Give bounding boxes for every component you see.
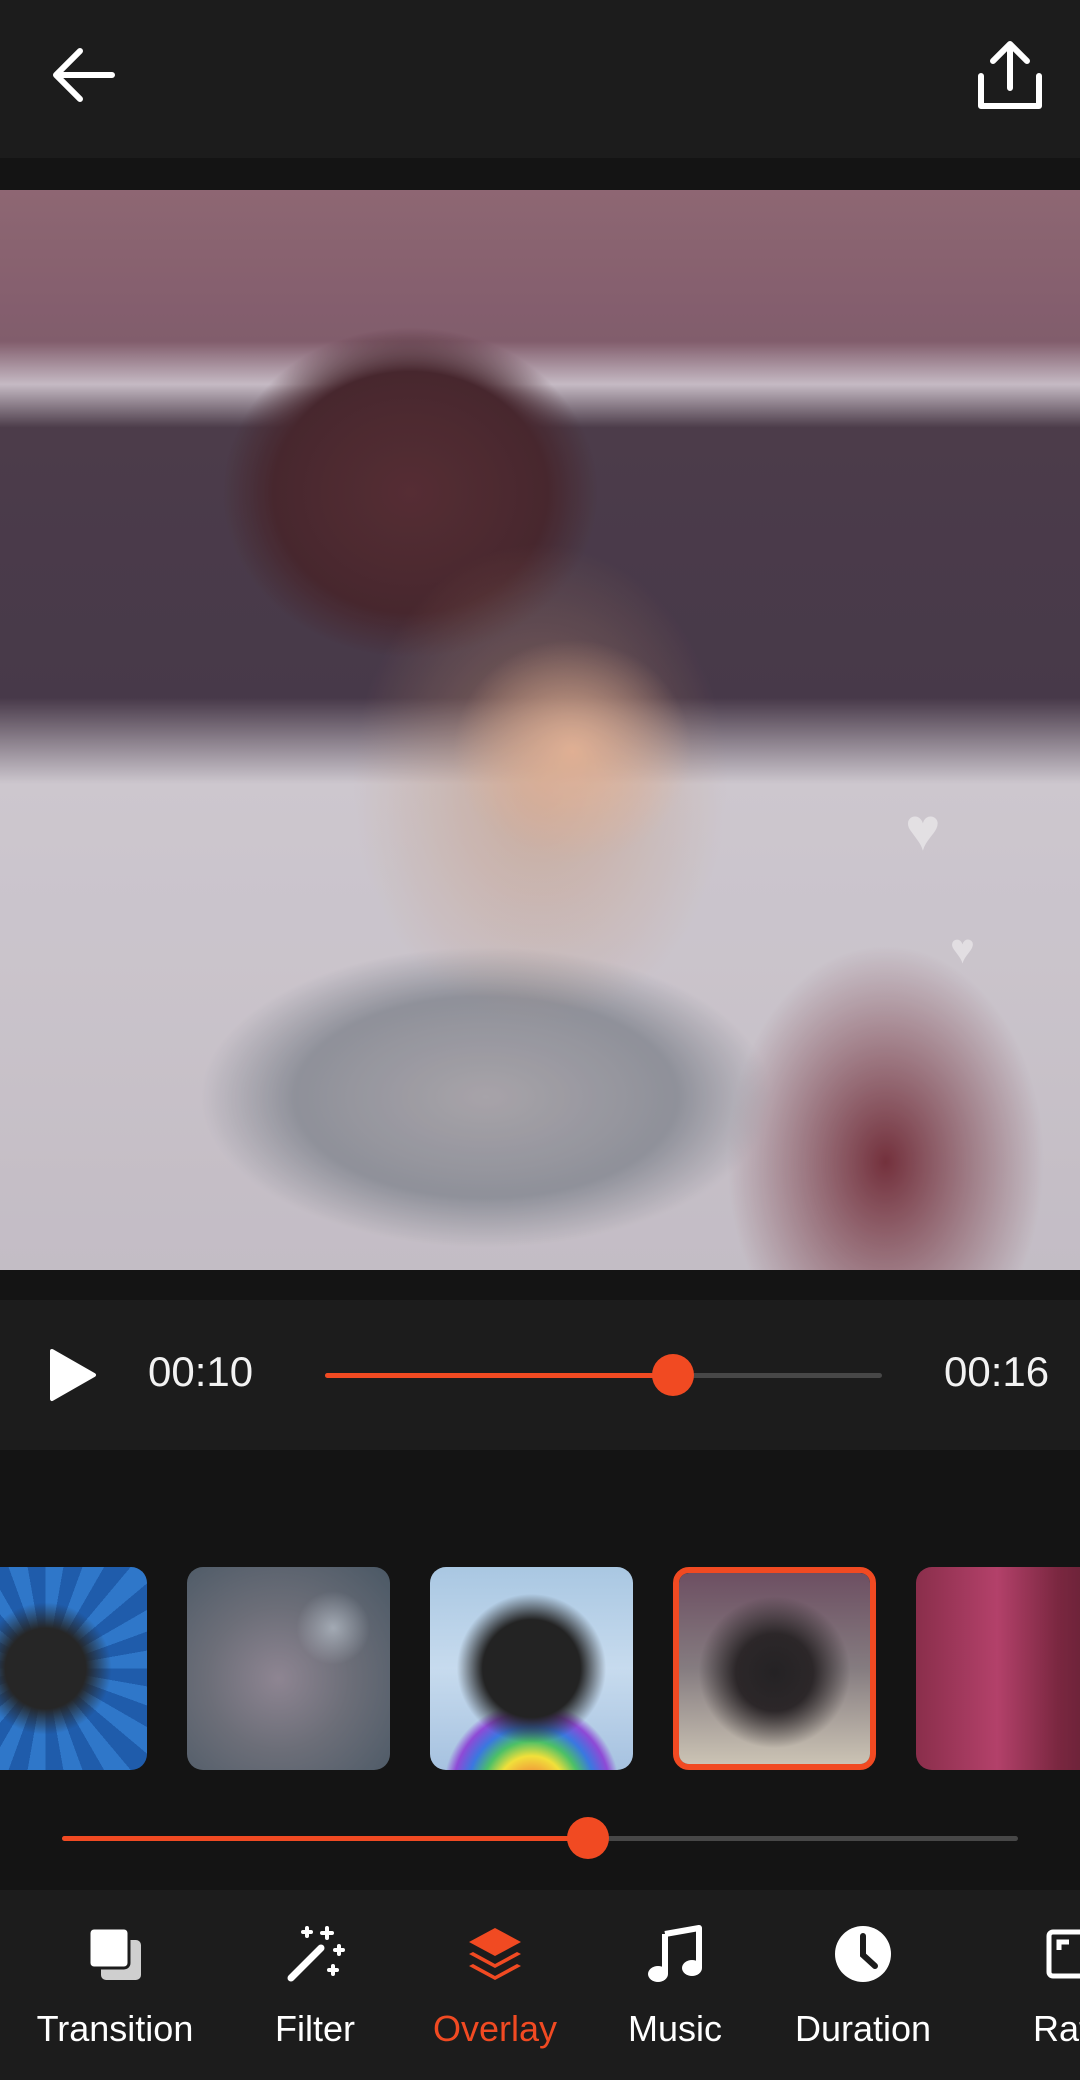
tab-overlay[interactable]: Overlay	[420, 1890, 570, 2080]
tab-music[interactable]: Music	[600, 1890, 750, 2080]
share-button[interactable]	[965, 36, 1055, 116]
tab-transition[interactable]: Transition	[20, 1890, 210, 2080]
aspect-ratio-icon	[1046, 1929, 1080, 1979]
overlay-thumb-rainbow-clouds[interactable]	[430, 1567, 633, 1770]
tab-ratio-label: Ratio	[1032, 2008, 1080, 2049]
overlay-thumb-pink-snow[interactable]	[673, 1567, 876, 1770]
overlay-thumb-blue-rays[interactable]	[0, 1567, 147, 1770]
clock-icon	[835, 1926, 891, 1982]
heart-overlay-icon: ♥	[950, 925, 975, 972]
intensity-handle[interactable]	[566, 1817, 609, 1859]
tab-filter[interactable]: Filter	[240, 1890, 390, 2080]
overlay-intensity-slider[interactable]	[62, 1836, 1018, 1841]
play-icon	[50, 1349, 96, 1401]
video-preview[interactable]: ♥ ♥	[0, 190, 1080, 1270]
arrow-left-icon	[53, 48, 115, 102]
transition-icon	[87, 1926, 141, 1980]
player-controls: 00:10 00:16	[0, 1300, 1080, 1450]
seek-progress	[325, 1373, 674, 1378]
seek-handle[interactable]	[652, 1354, 695, 1396]
back-button[interactable]	[44, 40, 124, 110]
tab-music-label: Music	[627, 2008, 722, 2049]
music-note-icon	[648, 1925, 702, 1982]
bottom-toolbar: Transition Filter Overlay Music Duration…	[0, 1890, 1080, 2080]
current-time: 00:10	[148, 1348, 254, 1395]
tab-ratio[interactable]: Ratio	[1000, 1890, 1080, 2080]
tab-duration-label: Duration	[794, 2008, 932, 2049]
top-bar	[0, 0, 1080, 158]
layers-icon	[469, 1928, 521, 1980]
play-button[interactable]	[44, 1347, 100, 1403]
overlay-strip	[0, 1567, 1080, 1771]
share-upload-icon	[978, 41, 1042, 109]
overlay-thumb-pink-hearts[interactable]	[916, 1567, 1080, 1770]
magic-wand-icon	[287, 1926, 345, 1982]
tab-overlay-label: Overlay	[432, 2008, 558, 2049]
overlay-effect-layer	[0, 190, 1080, 1270]
tab-transition-label: Transition	[36, 2008, 194, 2049]
tab-duration[interactable]: Duration	[778, 1890, 948, 2080]
total-time: 00:16	[944, 1348, 1050, 1395]
overlay-thumb-soft-moon[interactable]	[187, 1567, 390, 1770]
intensity-progress	[62, 1836, 588, 1841]
seek-bar[interactable]	[325, 1373, 882, 1378]
heart-overlay-icon: ♥	[905, 796, 941, 863]
tab-filter-label: Filter	[275, 2008, 355, 2049]
